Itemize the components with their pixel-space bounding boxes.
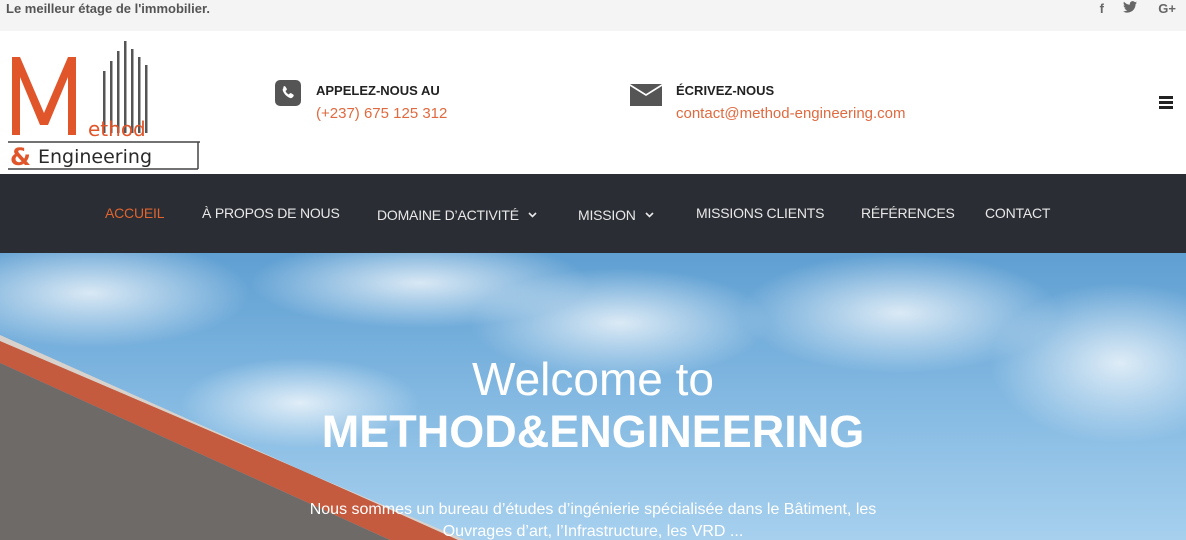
company-logo[interactable]: ethod & Engineering [8,35,200,171]
chevron-down-icon [528,205,537,222]
logo-word-ethod: ethod [88,117,146,141]
phone-contact: APPELEZ-NOUS AU (+237) 675 125 312 [275,80,475,130]
envelope-icon [630,84,662,111]
hero-banner: Welcome to METHOD&ENGINEERING Nous somme… [0,253,1186,540]
logo-ampersand: & [10,143,31,170]
nav-item-references[interactable]: RÉFÉRENCES [861,205,955,222]
phone-title: APPELEZ-NOUS AU [316,83,440,98]
site-header: ethod & Engineering APPELEZ-NOUS AU (+23… [0,31,1186,174]
hero-description: Nous sommes un bureau d’études d’ingénie… [309,501,877,540]
email-contact: ÉCRIVEZ-NOUS contact@method-engineering.… [630,80,930,130]
phone-icon [275,80,301,111]
main-navigation: ACCUEIL À PROPOS DE NOUS DOMAINE D’ACTIV… [0,174,1186,253]
hamburger-menu-icon[interactable] [1159,96,1173,109]
phone-number-link[interactable]: (+237) 675 125 312 [316,105,447,122]
chevron-down-icon [645,205,654,222]
email-title: ÉCRIVEZ-NOUS [676,83,775,98]
email-link[interactable]: contact@method-engineering.com [676,105,906,122]
site-tagline: Le meilleur étage de l'immobilier. [6,1,210,16]
google-plus-icon[interactable]: G+ [1158,0,1176,17]
hero-welcome-heading: Welcome to [471,353,715,405]
nav-item-missions-clients[interactable]: MISSIONS CLIENTS [696,205,824,222]
nav-item-accueil[interactable]: ACCUEIL [105,205,164,222]
nav-item-domaine-activite[interactable]: DOMAINE D’ACTIVITÉ [377,205,537,224]
nav-item-a-propos[interactable]: À PROPOS DE NOUS [202,205,340,222]
hero-brand-heading: METHOD&ENGINEERING [321,406,865,457]
logo-word-engineering: Engineering [38,146,152,168]
nav-item-contact[interactable]: CONTACT [985,205,1050,222]
top-bar: Le meilleur étage de l'immobilier. f G+ [0,0,1186,31]
nav-item-mission[interactable]: MISSION [578,205,654,224]
twitter-icon[interactable] [1123,0,1137,17]
facebook-icon[interactable]: f [1100,0,1104,17]
